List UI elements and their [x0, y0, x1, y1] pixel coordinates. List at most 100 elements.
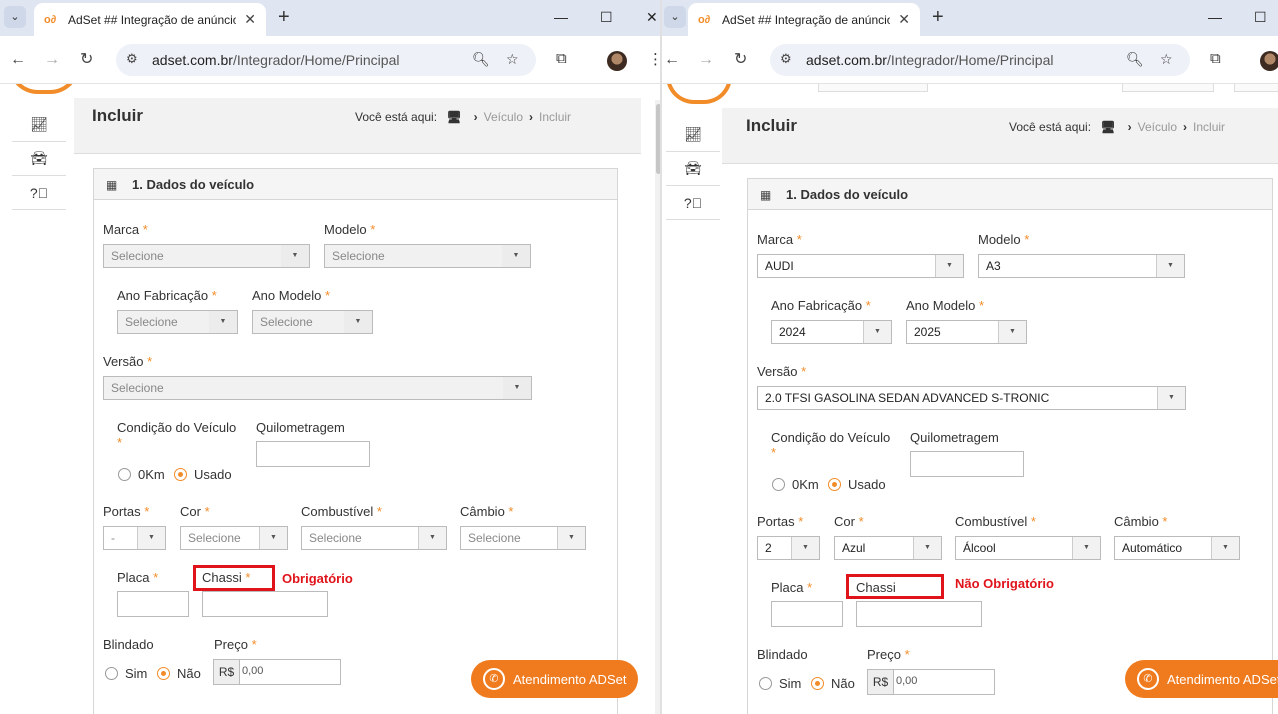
breadcrumb-item-veiculo[interactable]: Veículo: [484, 110, 523, 124]
required-mark: *: [807, 580, 813, 595]
avatar[interactable]: [607, 51, 627, 71]
ano-modelo-select[interactable]: 2025 ▼: [906, 320, 1027, 344]
ano-modelo-select[interactable]: Selecione ▼: [252, 310, 373, 334]
top-button[interactable]: [818, 84, 928, 92]
back-icon[interactable]: ←: [664, 50, 680, 70]
reload-icon[interactable]: ↻: [734, 50, 747, 70]
breadcrumb: Você está aqui: 🖥︎ › Veículo › Incluir: [355, 110, 571, 124]
zero-km-radio[interactable]: [772, 478, 785, 491]
site-info-icon[interactable]: ⚙: [780, 51, 792, 67]
browser-tab[interactable]: o∂ AdSet ## Integração de anúncios ✕: [34, 3, 266, 36]
minimize-icon[interactable]: —: [554, 8, 568, 26]
blindado-nao-radio[interactable]: [811, 677, 824, 690]
blindado-sim-label: Sim: [125, 666, 148, 681]
chat-support-button[interactable]: ✆ Atendimento ADSet: [471, 660, 639, 698]
top-button[interactable]: [1234, 84, 1278, 92]
chat-support-label: Atendimento ADSet: [513, 671, 627, 687]
maximize-icon[interactable]: ☐: [1254, 8, 1267, 26]
car-icon[interactable]: 🚘︎: [666, 152, 720, 186]
plus-icon[interactable]: +: [278, 6, 290, 28]
tab-title: AdSet ## Integração de anúncios: [68, 12, 236, 27]
cor-select[interactable]: Azul ▼: [834, 536, 942, 560]
extensions-icon[interactable]: ⧉: [1210, 50, 1221, 67]
placa-input[interactable]: [117, 591, 189, 617]
star-icon[interactable]: ☆: [506, 51, 519, 68]
marca-select[interactable]: AUDI ▼: [757, 254, 964, 278]
zoom-icon[interactable]: 🔍︎: [472, 51, 490, 68]
chevron-down-icon: ▼: [502, 245, 530, 267]
reload-icon[interactable]: ↻: [80, 50, 93, 70]
url-path: /Integrador/Home/Principal: [232, 52, 400, 68]
back-icon[interactable]: ←: [10, 50, 26, 70]
chassi-input[interactable]: [202, 591, 328, 617]
required-mark: *: [904, 647, 910, 662]
plus-icon[interactable]: +: [932, 6, 944, 28]
top-button[interactable]: [1122, 84, 1214, 92]
help-icon[interactable]: ?⃝: [12, 176, 66, 210]
ano-fabricacao-select[interactable]: Selecione ▼: [117, 310, 238, 334]
required-mark: *: [251, 637, 257, 652]
zero-km-radio[interactable]: [118, 468, 131, 481]
url-text[interactable]: adset.com.br/Integrador/Home/Principal: [152, 52, 399, 68]
usado-label: Usado: [848, 477, 886, 492]
blindado-sim-radio[interactable]: [105, 667, 118, 680]
versao-select[interactable]: 2.0 TFSI GASOLINA SEDAN ADVANCED S-TRONI…: [757, 386, 1186, 410]
grid-icon: ▦: [106, 178, 118, 192]
marca-select[interactable]: Selecione ▼: [103, 244, 310, 268]
blindado-sim-radio[interactable]: [759, 677, 772, 690]
monitor-icon: 🖥︎: [1100, 120, 1116, 134]
zoom-icon[interactable]: 🔍︎: [1126, 51, 1144, 68]
panel-title: 1. Dados do veículo: [786, 187, 909, 202]
cambio-label: Câmbio *: [460, 504, 513, 519]
close-window-icon[interactable]: ✕: [646, 8, 658, 26]
avatar[interactable]: [1260, 51, 1278, 71]
chevron-down-icon: ▼: [137, 527, 165, 549]
usado-radio[interactable]: [828, 478, 841, 491]
portas-select[interactable]: 2 ▼: [757, 536, 820, 560]
preco-input[interactable]: R$ 0,00: [213, 659, 341, 685]
close-icon[interactable]: ✕: [898, 11, 910, 28]
url-text[interactable]: adset.com.br/Integrador/Home/Principal: [806, 52, 1053, 68]
combustivel-select[interactable]: Álcool ▼: [955, 536, 1101, 560]
cambio-select[interactable]: Automático ▼: [1114, 536, 1240, 560]
address-bar[interactable]: ⚙ adset.com.br/Integrador/Home/Principal…: [770, 44, 1190, 76]
cor-select[interactable]: Selecione ▼: [180, 526, 288, 550]
marca-value: Selecione: [111, 249, 164, 263]
placa-input[interactable]: [771, 601, 843, 627]
modelo-select[interactable]: A3 ▼: [978, 254, 1185, 278]
help-icon[interactable]: ?⃝: [666, 186, 720, 220]
modelo-select[interactable]: Selecione ▼: [324, 244, 531, 268]
tab-list-icon[interactable]: ⌄: [4, 6, 26, 28]
chart-icon[interactable]: 📈︎: [12, 108, 66, 142]
forward-icon[interactable]: →: [44, 50, 60, 70]
chart-icon[interactable]: 📈︎: [666, 118, 720, 152]
forward-icon[interactable]: →: [698, 50, 714, 70]
chevron-down-icon: ▼: [344, 311, 372, 333]
star-icon[interactable]: ☆: [1160, 51, 1173, 68]
condicao-label-text: Condição do Veículo: [771, 430, 891, 445]
combustivel-select[interactable]: Selecione ▼: [301, 526, 447, 550]
portas-select[interactable]: - ▼: [103, 526, 166, 550]
chassi-input[interactable]: [856, 601, 982, 627]
ano-fabricacao-select[interactable]: 2024 ▼: [771, 320, 892, 344]
breadcrumb-item-veiculo[interactable]: Veículo: [1138, 120, 1177, 134]
maximize-icon[interactable]: ☐: [600, 8, 613, 26]
blindado-sim-label: Sim: [779, 676, 802, 691]
ano-modelo-value: Selecione: [260, 315, 313, 329]
address-bar[interactable]: ⚙ adset.com.br/Integrador/Home/Principal…: [116, 44, 536, 76]
usado-radio[interactable]: [174, 468, 187, 481]
extensions-icon[interactable]: ⧉: [556, 50, 567, 67]
car-icon[interactable]: 🚘︎: [12, 142, 66, 176]
close-icon[interactable]: ✕: [244, 11, 256, 28]
site-info-icon[interactable]: ⚙: [126, 51, 138, 67]
tab-list-icon[interactable]: ⌄: [664, 6, 686, 28]
quilometragem-input[interactable]: [910, 451, 1024, 477]
minimize-icon[interactable]: —: [1208, 8, 1222, 26]
cambio-select[interactable]: Selecione ▼: [460, 526, 586, 550]
versao-select[interactable]: Selecione ▼: [103, 376, 532, 400]
blindado-nao-radio[interactable]: [157, 667, 170, 680]
chat-support-button[interactable]: ✆ Atendimento ADSet: [1125, 660, 1278, 698]
preco-input[interactable]: R$ 0,00: [867, 669, 995, 695]
browser-tab[interactable]: o∂ AdSet ## Integração de anúncios ✕: [688, 3, 920, 36]
quilometragem-input[interactable]: [256, 441, 370, 467]
